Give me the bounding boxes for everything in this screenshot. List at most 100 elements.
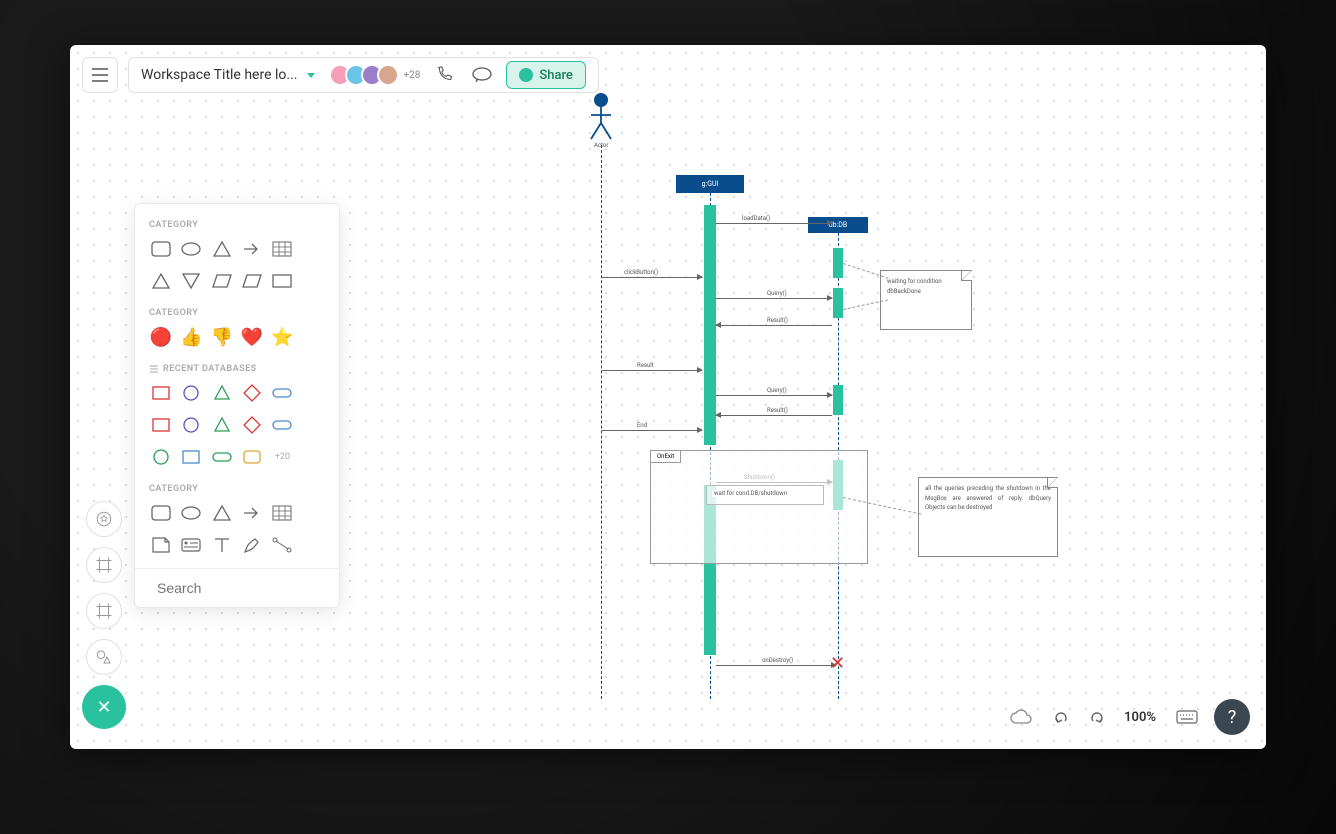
shape-table[interactable] xyxy=(270,502,294,524)
shape-arrow[interactable] xyxy=(240,238,264,260)
emoji-heart[interactable]: ❤️ xyxy=(240,326,264,348)
shape-triangle-down[interactable] xyxy=(179,270,203,292)
message-arrow[interactable] xyxy=(716,223,832,224)
shapes-icon xyxy=(95,648,113,666)
shape-triangle[interactable] xyxy=(210,502,234,524)
message-label: wait for cond.DB/shutdown xyxy=(712,490,789,497)
star-circle-icon xyxy=(95,510,113,528)
comment-button[interactable] xyxy=(468,61,496,89)
note[interactable]: all the queries preceding the shutdown i… xyxy=(918,477,1058,557)
shape-rounded-rect[interactable] xyxy=(149,238,173,260)
emoji-red-circle[interactable]: 🔴 xyxy=(149,326,173,348)
keyboard-button[interactable] xyxy=(1170,702,1204,732)
shape-red-diamond[interactable] xyxy=(240,414,264,436)
shape-rounded-rect[interactable] xyxy=(149,502,173,524)
message-arrow[interactable] xyxy=(716,665,836,666)
shape-pen[interactable] xyxy=(240,534,264,556)
shape-green-triangle[interactable] xyxy=(210,414,234,436)
shape-blue-rect[interactable] xyxy=(179,446,203,468)
shape-table[interactable] xyxy=(270,238,294,260)
emoji-thumbs-up[interactable]: 👍 xyxy=(179,326,203,348)
redo-icon xyxy=(1090,710,1104,724)
shape-parallelogram[interactable] xyxy=(210,270,234,292)
zoom-level[interactable]: 100% xyxy=(1120,710,1160,725)
shape-purple-circle[interactable] xyxy=(179,414,203,436)
shape-ellipse[interactable] xyxy=(179,502,203,524)
message-arrow[interactable] xyxy=(602,430,702,431)
favorites-button[interactable] xyxy=(86,501,122,537)
shape-blue-pill[interactable] xyxy=(270,414,294,436)
frame-button[interactable] xyxy=(86,547,122,583)
message-label: loadData() xyxy=(740,215,772,222)
shape-green-triangle[interactable] xyxy=(210,382,234,404)
frame-icon xyxy=(95,556,113,574)
category-label: CATEGORY xyxy=(149,484,325,494)
avatar-overflow-count[interactable]: +28 xyxy=(403,70,420,81)
shape-connector[interactable] xyxy=(270,534,294,556)
message-label: Result() xyxy=(765,317,790,324)
combined-fragment[interactable]: OnExit xyxy=(650,450,868,564)
actor-lifeline[interactable] xyxy=(601,145,602,699)
activation-bar[interactable] xyxy=(833,385,843,415)
message-arrow[interactable] xyxy=(716,298,832,299)
phone-icon xyxy=(435,66,453,84)
note[interactable]: waiting for condition dbBackDone xyxy=(880,270,972,330)
message-arrow[interactable] xyxy=(716,415,832,416)
shape-red-diamond[interactable] xyxy=(240,382,264,404)
undo-icon xyxy=(1054,710,1068,724)
destroy-icon[interactable]: ✕ xyxy=(830,653,845,674)
message-label: End xyxy=(635,422,649,429)
shape-rect[interactable] xyxy=(270,270,294,292)
shapes-button[interactable] xyxy=(86,639,122,675)
cloud-sync-button[interactable] xyxy=(1004,702,1038,732)
redo-button[interactable] xyxy=(1084,702,1110,732)
shape-yellow-round[interactable] xyxy=(240,446,264,468)
shape-triangle-up[interactable] xyxy=(149,270,173,292)
shape-green-pill[interactable] xyxy=(210,446,234,468)
shape-triangle[interactable] xyxy=(210,238,234,260)
shape-red-rect[interactable] xyxy=(149,414,173,436)
shape-search-input[interactable] xyxy=(157,580,338,596)
cloud-icon xyxy=(1010,709,1032,725)
message-label: onDestroy() xyxy=(760,657,795,664)
frame-button-2[interactable] xyxy=(86,593,122,629)
shape-arrow[interactable] xyxy=(240,502,264,524)
shape-blue-pill[interactable] xyxy=(270,382,294,404)
activation-bar[interactable] xyxy=(833,288,843,318)
object-box-db[interactable]: db:DB xyxy=(808,217,868,233)
more-shapes-count[interactable]: +20 xyxy=(270,446,294,468)
undo-button[interactable] xyxy=(1048,702,1074,732)
share-button[interactable]: Share xyxy=(506,61,586,89)
actor-body-icon[interactable] xyxy=(585,105,617,141)
shape-green-circle[interactable] xyxy=(149,446,173,468)
message-arrow[interactable] xyxy=(716,395,832,396)
shape-card[interactable] xyxy=(179,534,203,556)
message-arrow[interactable] xyxy=(602,277,702,278)
recent-databases-label: RECENT DATABASES xyxy=(149,364,325,374)
emoji-star[interactable]: ⭐ xyxy=(270,326,294,348)
workspace-title[interactable]: Workspace Title here lo... xyxy=(141,67,297,83)
shape-text[interactable] xyxy=(210,534,234,556)
title-dropdown-caret-icon[interactable] xyxy=(307,73,315,78)
category-label: CATEGORY xyxy=(149,220,325,230)
message-arrow[interactable] xyxy=(602,370,702,371)
collaborator-avatars[interactable]: +28 xyxy=(335,64,420,86)
frame-icon xyxy=(95,602,113,620)
shape-red-rect[interactable] xyxy=(149,382,173,404)
share-label: Share xyxy=(539,68,573,83)
activation-bar[interactable] xyxy=(833,248,843,278)
shape-note[interactable] xyxy=(149,534,173,556)
avatar[interactable] xyxy=(377,64,399,86)
object-box-gui[interactable]: g:GUI xyxy=(676,175,744,193)
help-button[interactable]: ? xyxy=(1214,699,1250,735)
list-icon xyxy=(149,364,159,374)
keyboard-icon xyxy=(1176,710,1198,724)
close-panel-button[interactable]: ✕ xyxy=(82,685,126,729)
shape-purple-circle[interactable] xyxy=(179,382,203,404)
hamburger-menu-button[interactable] xyxy=(82,57,118,93)
call-button[interactable] xyxy=(430,61,458,89)
message-arrow[interactable] xyxy=(716,325,832,326)
shape-parallelogram-2[interactable] xyxy=(240,270,264,292)
emoji-thumbs-down[interactable]: 👎 xyxy=(210,326,234,348)
shape-ellipse[interactable] xyxy=(179,238,203,260)
